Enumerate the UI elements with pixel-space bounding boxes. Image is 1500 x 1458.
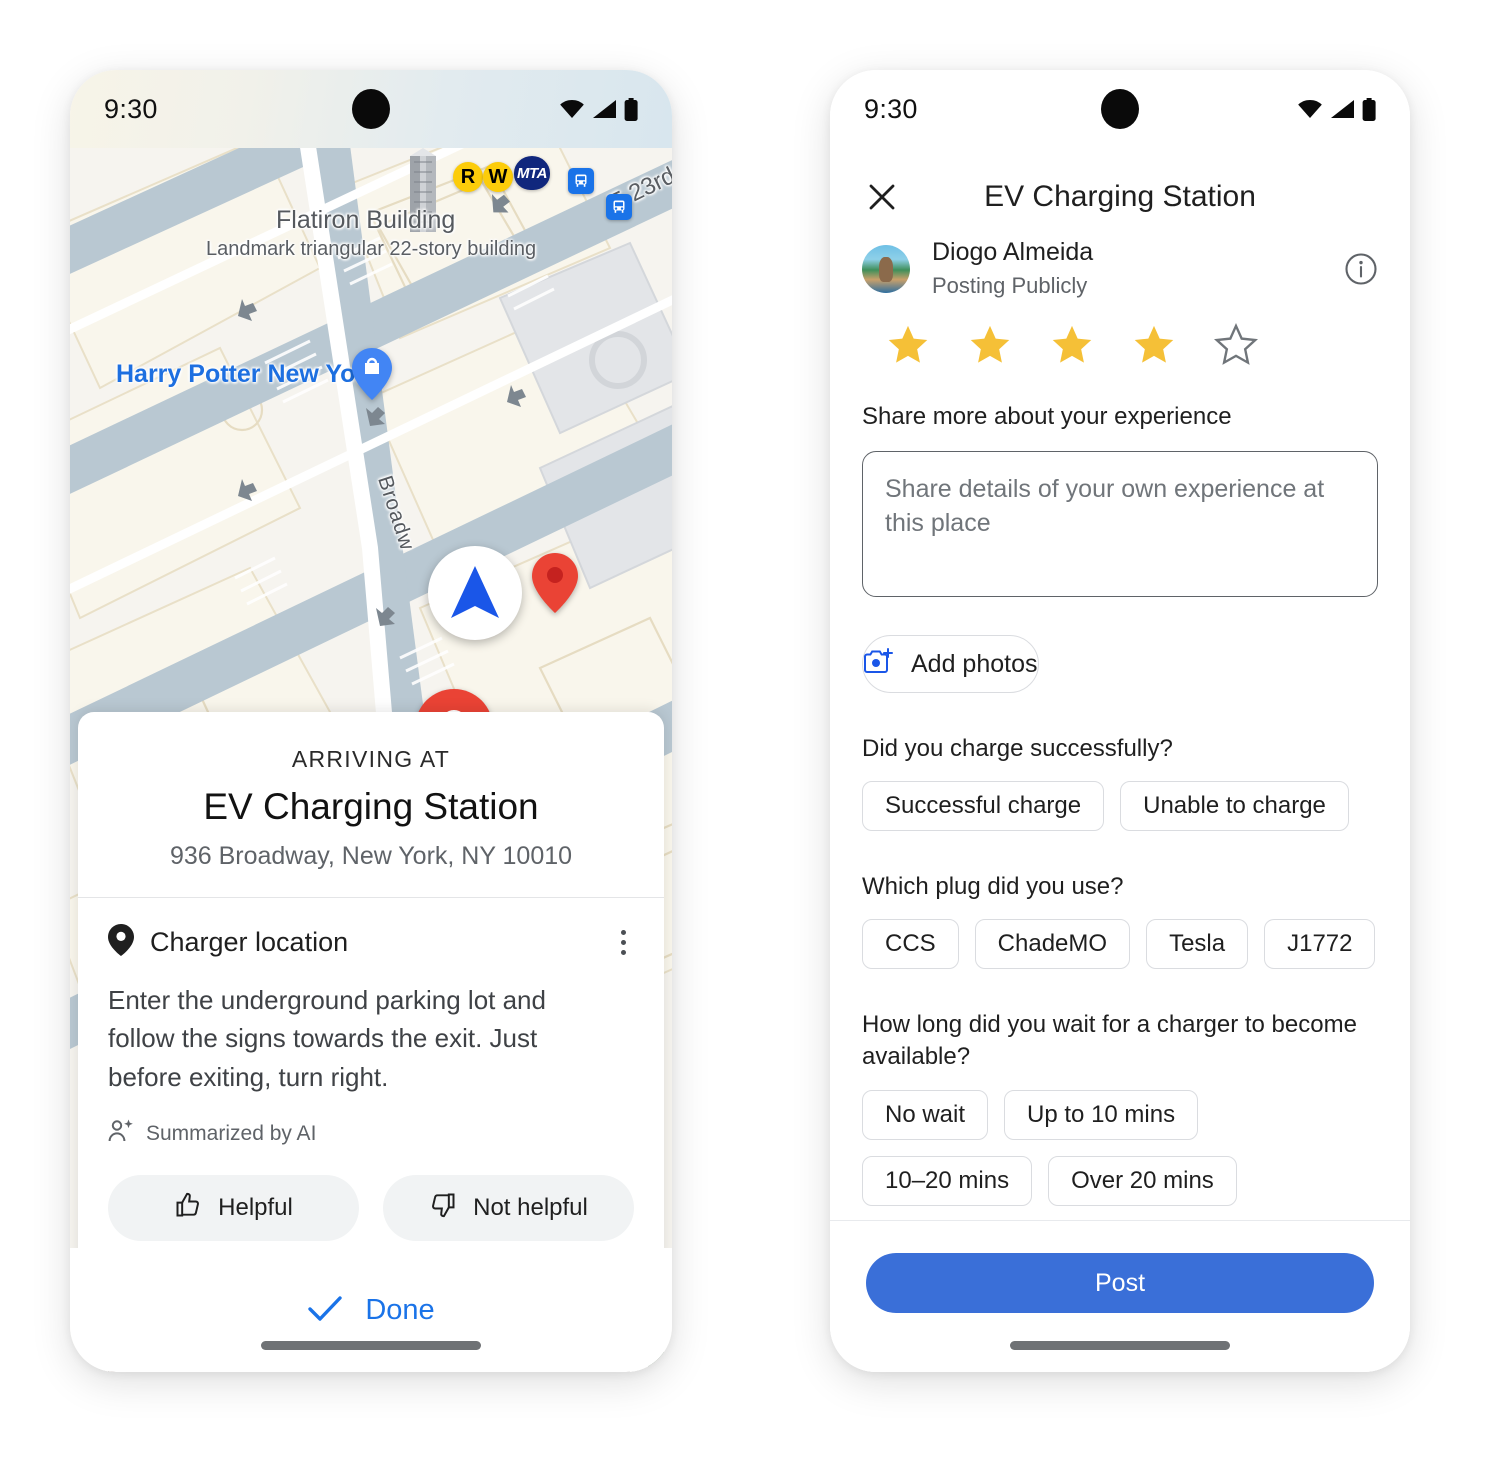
chip-group: No wait Up to 10 mins 10–20 mins Over 20… xyxy=(830,1074,1410,1206)
question-label: How long did you wait for a charger to b… xyxy=(862,1011,1357,1071)
done-bar[interactable]: Done xyxy=(70,1248,672,1372)
chip-group: Successful charge Unable to charge xyxy=(830,765,1410,832)
signal-icon xyxy=(592,99,617,119)
phone-right-review-form: 9:30 EV Charging Station Diogo Almeida P… xyxy=(830,70,1410,1372)
avatar[interactable] xyxy=(862,244,910,293)
rating-stars[interactable] xyxy=(830,299,1410,367)
mta-badge[interactable]: MTA xyxy=(514,156,550,190)
helpful-label: Helpful xyxy=(218,1194,293,1222)
chip-no-wait[interactable]: No wait xyxy=(862,1089,989,1140)
question-block-charge-success: Did you charge successfully? Successful … xyxy=(830,733,1410,832)
arriving-at-eyebrow: ARRIVING AT xyxy=(291,746,451,772)
add-photo-icon xyxy=(863,647,893,682)
signal-icon xyxy=(1330,99,1355,119)
battery-icon xyxy=(624,97,638,121)
chip-chademo[interactable]: ChadeMO xyxy=(974,919,1131,970)
user-meta: Diogo Almeida Posting Publicly xyxy=(932,238,1093,299)
chip-successful-charge[interactable]: Successful charge xyxy=(862,781,1105,832)
info-icon[interactable] xyxy=(1344,252,1378,286)
chip-up-to-10-mins[interactable]: Up to 10 mins xyxy=(1004,1089,1199,1140)
status-icons xyxy=(1297,97,1376,121)
ai-summary-icon xyxy=(108,1118,134,1149)
shop-pin-icon[interactable] xyxy=(352,348,392,400)
building-3d-icon xyxy=(410,148,436,232)
place-address: 936 Broadway, New York, NY 10010 xyxy=(169,842,573,870)
check-icon xyxy=(307,1294,343,1327)
battery-icon xyxy=(1362,97,1376,121)
charger-description: Enter the underground parking lot and fo… xyxy=(108,985,546,1092)
chip-10-20-mins[interactable]: 10–20 mins xyxy=(862,1155,1033,1206)
status-bar-left: 9:30 xyxy=(70,70,672,148)
question-label: Which plug did you use? xyxy=(862,873,1124,901)
review-header: EV Charging Station xyxy=(830,148,1410,234)
place-name: EV Charging Station xyxy=(203,786,539,827)
add-photos-button[interactable]: Add photos xyxy=(862,635,1039,693)
home-indicator-right xyxy=(1010,1341,1230,1350)
home-indicator-left xyxy=(261,1341,481,1350)
rating-star-4[interactable] xyxy=(1132,323,1176,367)
user-name: Diogo Almeida xyxy=(932,238,1094,266)
destination-pin-icon[interactable] xyxy=(532,553,578,613)
review-title: EV Charging Station xyxy=(984,180,1256,213)
not-helpful-label: Not helpful xyxy=(473,1194,588,1222)
chip-j1772[interactable]: J1772 xyxy=(1264,919,1376,970)
ai-attribution-label: Summarized by AI xyxy=(146,1121,317,1145)
charger-location-header: Charger location xyxy=(108,924,634,961)
thumbs-down-icon xyxy=(429,1191,457,1226)
not-helpful-button[interactable]: Not helpful xyxy=(383,1175,634,1242)
wifi-icon xyxy=(559,99,585,119)
review-text-input[interactable]: Share details of your own experience at … xyxy=(862,451,1378,597)
location-pin-icon xyxy=(108,924,134,961)
bus-stop-icon-1[interactable] xyxy=(568,168,594,194)
status-bar-right: 9:30 xyxy=(830,70,1410,148)
status-time: 9:30 xyxy=(104,93,158,124)
arrival-card-header: ARRIVING AT EV Charging Station 936 Broa… xyxy=(78,712,664,897)
chip-ccs[interactable]: CCS xyxy=(862,919,959,970)
share-experience-label: Share more about your experience xyxy=(862,403,1232,430)
rating-star-2[interactable] xyxy=(968,323,1012,367)
camera-notch xyxy=(352,89,390,129)
rating-star-5[interactable] xyxy=(1214,323,1258,367)
close-icon[interactable] xyxy=(862,177,902,217)
subway-badge-w[interactable]: W xyxy=(483,162,513,192)
thumbs-up-icon xyxy=(174,1191,202,1226)
review-user-row: Diogo Almeida Posting Publicly xyxy=(830,234,1410,299)
status-time: 9:30 xyxy=(864,93,918,124)
navigation-puck[interactable] xyxy=(428,546,522,640)
posting-visibility: Posting Publicly xyxy=(932,273,1088,298)
feedback-buttons: Helpful Not helpful xyxy=(108,1175,634,1242)
chip-tesla[interactable]: Tesla xyxy=(1146,919,1249,970)
wifi-icon xyxy=(1297,99,1323,119)
ai-attribution-row: Summarized by AI xyxy=(108,1118,634,1149)
add-photos-label: Add photos xyxy=(911,649,1038,678)
post-button[interactable]: Post xyxy=(866,1253,1374,1313)
review-footer: Post xyxy=(830,1220,1410,1372)
chip-group: CCS ChadeMO Tesla J1772 xyxy=(830,903,1410,970)
rating-star-1[interactable] xyxy=(886,323,930,367)
more-options-icon[interactable] xyxy=(613,924,634,961)
charger-location-title: Charger location xyxy=(150,927,349,957)
map-canvas[interactable]: Flatiron Building Landmark triangular 22… xyxy=(70,148,672,1372)
review-form-body: EV Charging Station Diogo Almeida Postin… xyxy=(830,148,1410,1372)
bus-stop-icon-2[interactable] xyxy=(606,194,632,220)
question-block-plug-type: Which plug did you use? CCS ChadeMO Tesl… xyxy=(830,871,1410,970)
helpful-button[interactable]: Helpful xyxy=(108,1175,359,1242)
camera-notch xyxy=(1101,89,1139,129)
rating-star-3[interactable] xyxy=(1050,323,1094,367)
question-block-wait-time: How long did you wait for a charger to b… xyxy=(830,1009,1410,1206)
screenshot-stage: 9:30 Flatiron Building Landmark triangul… xyxy=(0,0,1500,1458)
chip-unable-to-charge[interactable]: Unable to charge xyxy=(1120,781,1349,832)
done-label: Done xyxy=(365,1293,435,1326)
navigation-arrow-icon xyxy=(451,566,499,618)
question-label: Did you charge successfully? xyxy=(862,735,1173,762)
subway-badge-r[interactable]: R xyxy=(453,162,483,192)
status-icons xyxy=(559,97,638,121)
phone-left-navigation: 9:30 Flatiron Building Landmark triangul… xyxy=(70,70,672,1372)
chip-over-20-mins[interactable]: Over 20 mins xyxy=(1048,1155,1237,1206)
